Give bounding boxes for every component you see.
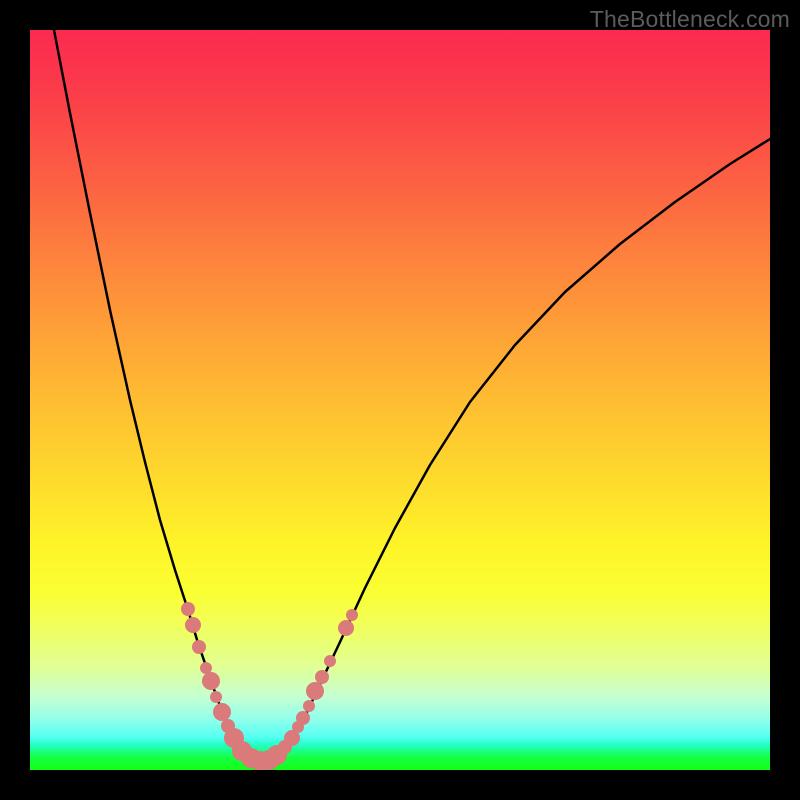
data-marker xyxy=(338,620,354,636)
bottleneck-curve xyxy=(30,30,770,770)
data-marker xyxy=(213,703,231,721)
data-marker xyxy=(346,609,358,621)
data-marker xyxy=(306,682,324,700)
data-marker xyxy=(185,617,201,633)
data-marker xyxy=(202,672,220,690)
curve-markers xyxy=(181,602,358,770)
data-marker xyxy=(303,700,315,712)
watermark-text: TheBottleneck.com xyxy=(590,6,790,33)
data-marker xyxy=(324,655,336,667)
curve-path xyxy=(54,30,770,761)
chart-frame: TheBottleneck.com xyxy=(0,0,800,800)
data-marker xyxy=(181,602,195,616)
data-marker xyxy=(315,670,329,684)
data-marker xyxy=(192,640,206,654)
plot-area xyxy=(30,30,770,770)
data-marker xyxy=(210,691,222,703)
data-marker xyxy=(296,711,310,725)
